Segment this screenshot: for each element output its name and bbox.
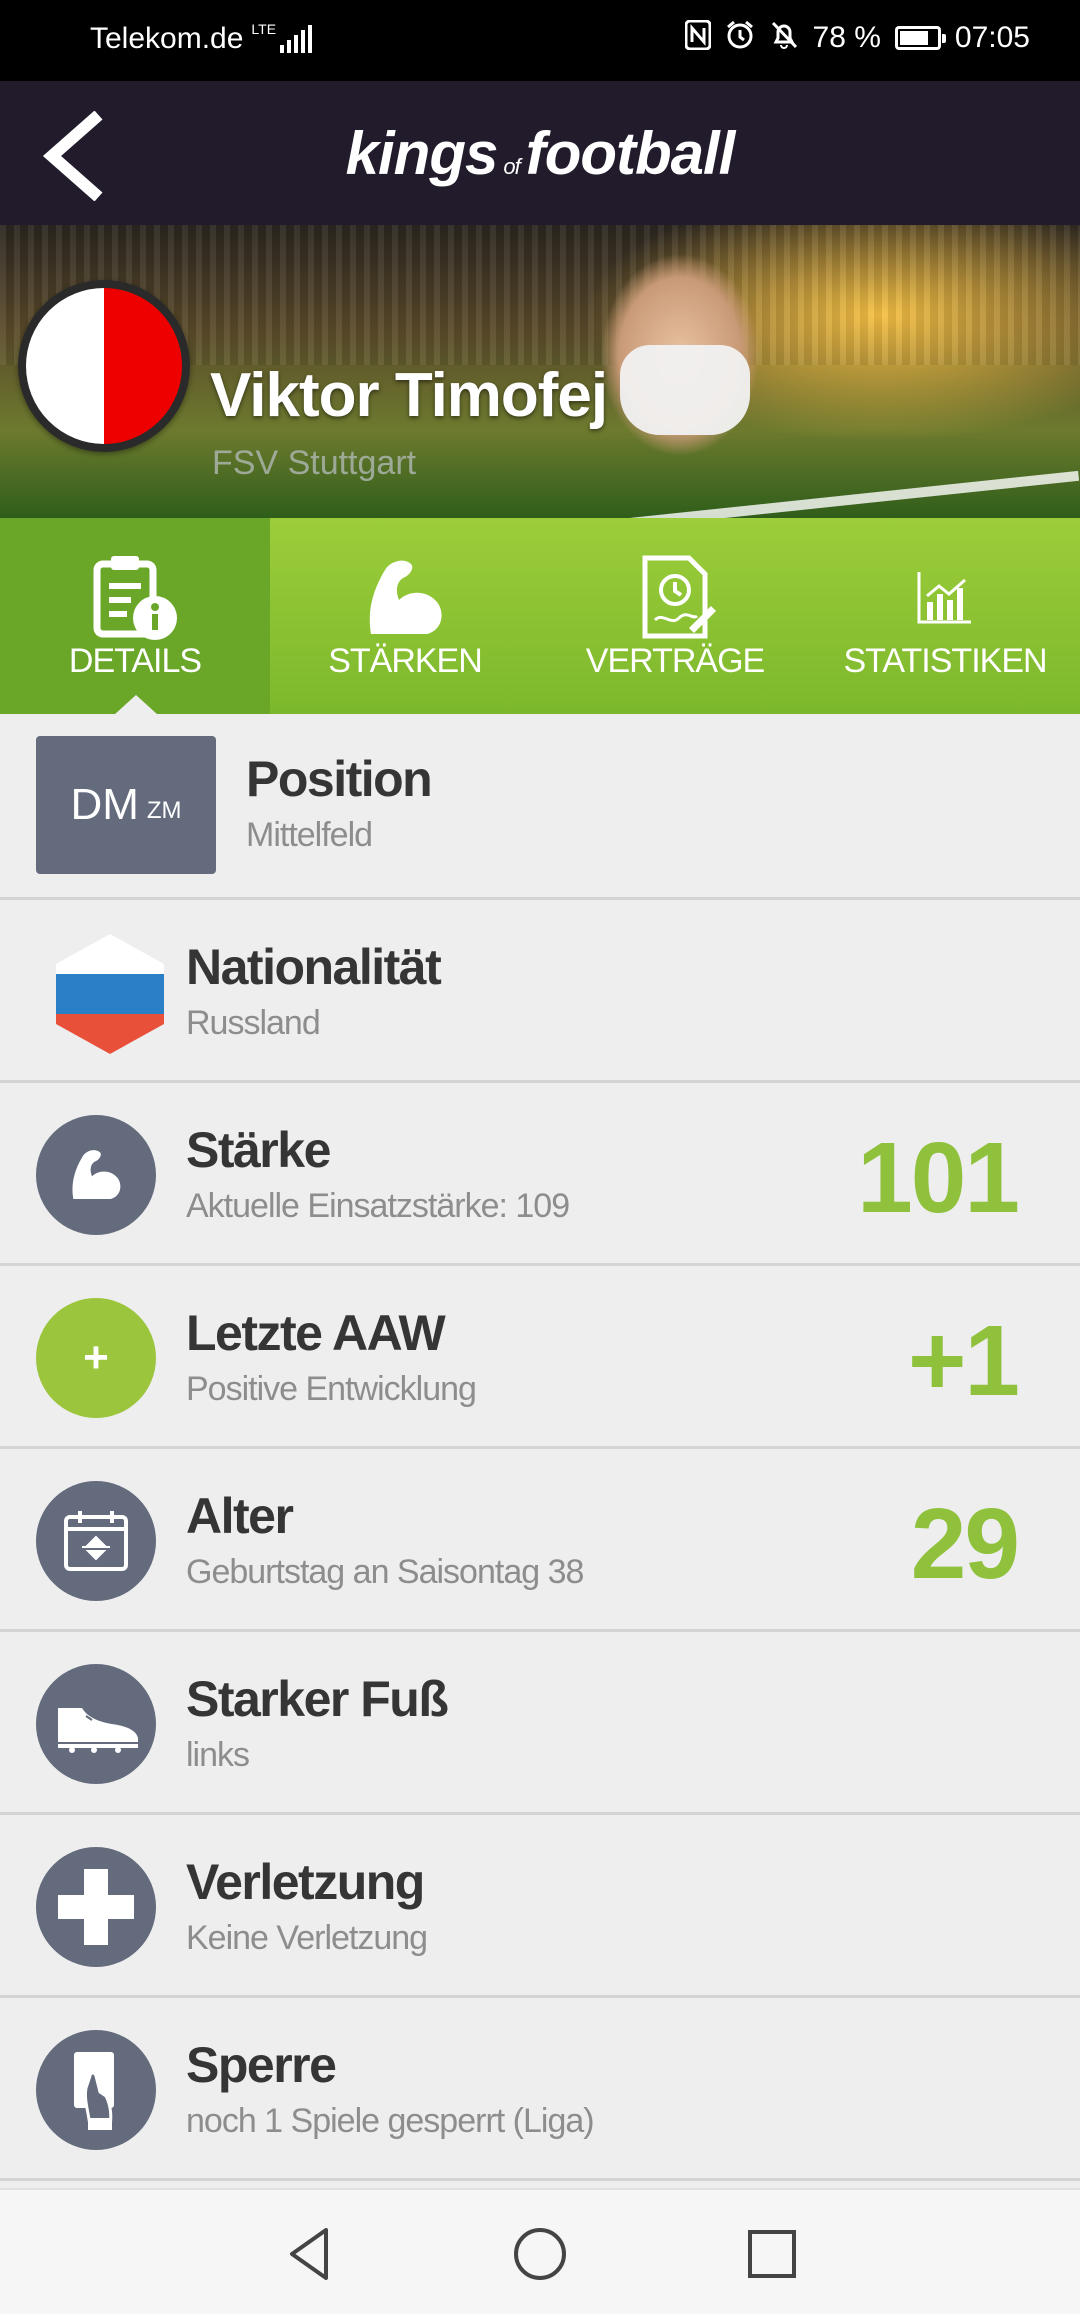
tab-label: STATISTIKEN: [843, 642, 1047, 680]
club-badge: [18, 280, 190, 452]
row-subtitle: Keine Verletzung: [186, 1919, 428, 1957]
battery-percent: 78 %: [812, 21, 881, 54]
tab-label: VERTRÄGE: [585, 642, 765, 680]
row-title: Letzte AAW: [186, 1305, 446, 1361]
tab-staerken[interactable]: STÄRKEN: [270, 518, 540, 714]
row-title: Sperre: [186, 2037, 337, 2093]
row-title: Nationalität: [186, 939, 442, 995]
row-subtitle: Mittelfeld: [246, 816, 373, 854]
row-subtitle: Russland: [186, 1004, 321, 1042]
bar-chart-icon: [810, 548, 1080, 648]
row-subtitle: noch 1 Spiele gesperrt (Liga): [186, 2102, 595, 2140]
tab-bar: DETAILS STÄRKEN VERTRÄGE STATISTIKEN: [0, 518, 1080, 715]
row-title: Position: [246, 751, 433, 807]
tab-details[interactable]: DETAILS: [0, 518, 270, 715]
nfc-icon: [684, 19, 712, 56]
list-item-strength: Stärke Aktuelle Einsatzstärke: 109 101: [0, 1083, 1080, 1266]
tab-label: DETAILS: [68, 642, 202, 680]
clipboard-info-icon: [0, 548, 270, 648]
aaw-value: +1: [907, 1305, 1020, 1417]
list-item-strong-foot: Starker Fuß links: [0, 1632, 1080, 1815]
list-item-last-aaw: + Letzte AAW Positive Entwicklung +1: [0, 1266, 1080, 1449]
signal-icon: [280, 25, 313, 53]
flexed-arm-icon: [270, 548, 540, 648]
row-title: Alter: [186, 1488, 294, 1544]
football-boot-icon: [36, 1664, 156, 1784]
referee-card-icon: [36, 2030, 156, 2150]
russia-flag-icon: [56, 934, 164, 1054]
tab-vertraege[interactable]: VERTRÄGE: [540, 518, 810, 714]
alarm-icon: [725, 20, 755, 56]
carrier-name: Telekom.de: [90, 22, 244, 55]
list-item-injury: Verletzung Keine Verletzung: [0, 1815, 1080, 1998]
row-title: Verletzung: [186, 1854, 425, 1910]
system-nav-bar: [0, 2188, 1080, 2314]
row-subtitle: Aktuelle Einsatzstärke: 109: [186, 1187, 570, 1225]
status-bar: Telekom.de LTE 78 % 07:05: [0, 0, 1080, 81]
network-type: LTE: [251, 21, 277, 37]
strength-value: 101: [857, 1122, 1020, 1234]
row-subtitle: Positive Entwicklung: [186, 1370, 477, 1408]
bell-off-icon: [769, 20, 799, 56]
battery-icon: [894, 26, 946, 50]
list-item-suspension: Sperre noch 1 Spiele gesperrt (Liga): [0, 1998, 1080, 2181]
tab-statistiken[interactable]: STATISTIKEN: [810, 518, 1080, 714]
home-circle-icon[interactable]: [510, 2224, 570, 2284]
flexed-arm-icon: [36, 1115, 156, 1235]
tab-label: STÄRKEN: [328, 642, 483, 680]
row-title: Starker Fuß: [186, 1671, 449, 1727]
player-name: Viktor Timofej: [210, 361, 608, 430]
medical-cross-icon: [36, 1847, 156, 1967]
plus-icon: +: [36, 1298, 156, 1418]
recents-square-icon[interactable]: [742, 2224, 802, 2284]
back-triangle-icon[interactable]: [282, 2224, 342, 2284]
row-title: Stärke: [186, 1122, 331, 1178]
list-item-nationality: Nationalität Russland: [0, 900, 1080, 1083]
age-value: 29: [910, 1488, 1020, 1600]
app-header: kings of football: [0, 81, 1080, 225]
row-subtitle: links: [186, 1736, 250, 1774]
contract-icon: [540, 548, 810, 648]
calendar-icon: [36, 1481, 156, 1601]
row-subtitle: Geburtstag an Saisontag 38: [186, 1553, 584, 1591]
details-list: DM ZM Position Mittelfeld Nationalität Ru…: [0, 714, 1080, 2181]
club-name[interactable]: FSV Stuttgart: [212, 444, 416, 483]
clock: 07:05: [954, 21, 1030, 54]
list-item-position: DM ZM Position Mittelfeld: [0, 714, 1080, 900]
position-badge: DM ZM: [36, 736, 216, 874]
list-item-age: Alter Geburtstag an Saisontag 38 29: [0, 1449, 1080, 1632]
app-logo: kings of football: [345, 120, 736, 187]
